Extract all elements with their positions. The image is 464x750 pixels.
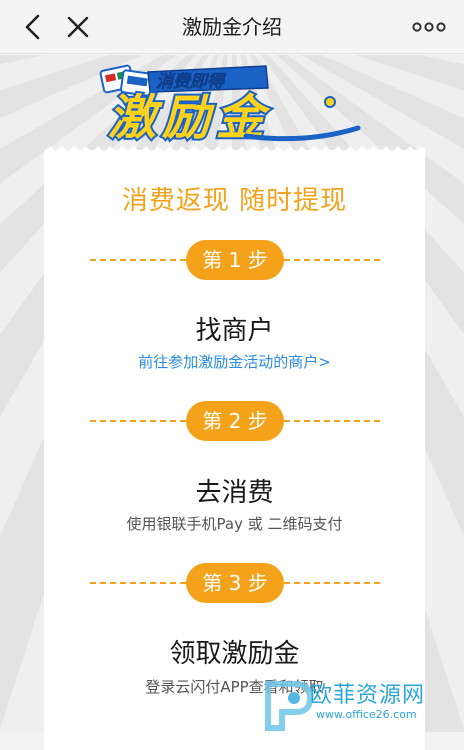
step-1-merchant-link[interactable]: 前往参加激励金活动的商户> <box>44 351 425 372</box>
step-3-badge: 第 3 步 <box>186 563 284 603</box>
card-zigzag-edge <box>44 146 425 152</box>
dashed-line <box>284 420 380 422</box>
banner-small-text: 消费即得 <box>156 72 226 92</box>
watermark-url: www.office26.com <box>316 708 417 721</box>
step-3-divider: 第 3 步 <box>90 563 380 603</box>
dashed-line <box>90 259 186 261</box>
step-1-badge: 第 1 步 <box>186 240 284 280</box>
step-1-title: 找商户 <box>195 316 274 346</box>
step-2-divider: 第 2 步 <box>90 401 380 441</box>
dashed-line <box>90 582 186 584</box>
dashed-line <box>90 420 186 422</box>
step-2-description: 使用银联手机Pay 或 二维码支付 <box>126 515 343 533</box>
top-nav-bar: 激励金介绍 <box>0 0 464 54</box>
slogan-heading: 消费返现 随时提现 <box>121 186 348 216</box>
incentive-banner-logo: 消费即得 激励金 <box>99 64 361 144</box>
step-3-title: 领取激励金 <box>169 639 300 669</box>
dashed-line <box>284 259 380 261</box>
watermark-text: 欧菲资源网 <box>310 683 426 708</box>
step-1-divider: 第 1 步 <box>90 240 380 280</box>
dashed-line <box>284 582 380 584</box>
step-2-title: 去消费 <box>195 478 274 508</box>
more-dots-icon[interactable] <box>412 16 446 38</box>
step-2-badge: 第 2 步 <box>186 401 284 441</box>
page-title: 激励金介绍 <box>182 15 282 39</box>
